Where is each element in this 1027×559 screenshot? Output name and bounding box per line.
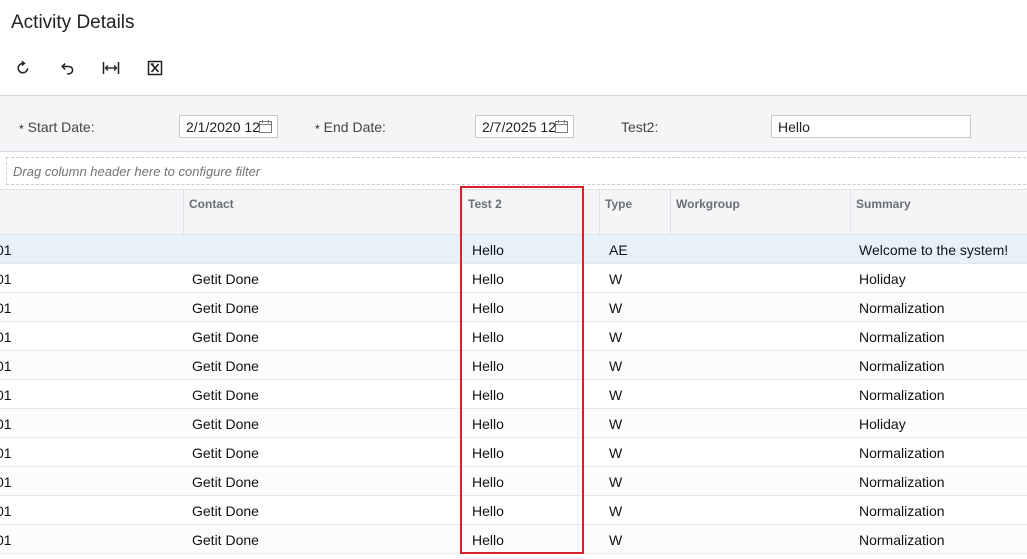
cell-type: W xyxy=(609,329,623,345)
start-date-field[interactable]: 2/1/2020 12 xyxy=(179,115,278,138)
grid-header: Contact Test 2 Type Workgroup Summary xyxy=(0,189,1027,235)
cell-test2: Hello xyxy=(472,358,504,374)
cell-summary: Normalization xyxy=(859,445,945,461)
cell-test2: Hello xyxy=(472,242,504,258)
cell-id: 01 xyxy=(0,474,12,490)
cell-summary: Normalization xyxy=(859,329,945,345)
cell-id: 01 xyxy=(0,242,12,258)
required-marker: * xyxy=(19,122,24,136)
cell-contact: Getit Done xyxy=(192,358,259,374)
cell-type: W xyxy=(609,416,623,432)
table-row[interactable]: 01 Getit Done Hello W Normalization xyxy=(0,438,1027,467)
cell-type: W xyxy=(609,300,623,316)
refresh-icon xyxy=(15,60,31,76)
column-header-id[interactable] xyxy=(0,190,183,234)
undo-icon xyxy=(59,60,75,76)
filter-panel: * Start Date: 2/1/2020 12 * End Date: 2/7/… xyxy=(0,95,1027,152)
start-date-label: * Start Date: xyxy=(19,119,95,136)
column-header-summary[interactable]: Summary xyxy=(850,190,1027,234)
calendar-icon[interactable] xyxy=(555,120,568,133)
cell-type: W xyxy=(609,503,623,519)
cell-type: W xyxy=(609,474,623,490)
cell-contact: Getit Done xyxy=(192,503,259,519)
cell-test2: Hello xyxy=(472,271,504,287)
grid-body: 01 Hello AE Welcome to the system! 01 Ge… xyxy=(0,235,1027,559)
cell-summary: Normalization xyxy=(859,532,945,548)
cell-summary: Welcome to the system! xyxy=(859,242,1009,258)
excel-export-icon xyxy=(147,60,163,76)
cell-contact: Getit Done xyxy=(192,329,259,345)
cell-summary: Normalization xyxy=(859,503,945,519)
cell-test2: Hello xyxy=(472,503,504,519)
cell-summary: Normalization xyxy=(859,300,945,316)
column-header-type[interactable]: Type xyxy=(599,190,670,234)
column-header-test2[interactable]: Test 2 xyxy=(462,190,599,234)
calendar-icon[interactable] xyxy=(259,120,272,133)
end-date-label: * End Date: xyxy=(315,119,386,136)
cell-summary: Holiday xyxy=(859,416,906,432)
table-row[interactable]: 01 Getit Done Hello W Normalization xyxy=(0,496,1027,525)
cell-contact: Getit Done xyxy=(192,445,259,461)
cell-summary: Normalization xyxy=(859,474,945,490)
cell-type: W xyxy=(609,358,623,374)
cell-type: W xyxy=(609,387,623,403)
cell-test2: Hello xyxy=(472,532,504,548)
cell-type: W xyxy=(609,445,623,461)
page-title: Activity Details xyxy=(11,12,135,33)
end-date-field[interactable]: 2/7/2025 12 xyxy=(475,115,574,138)
cell-id: 01 xyxy=(0,387,12,403)
group-by-drop-zone[interactable]: Drag column header here to configure fil… xyxy=(6,157,1027,185)
test2-field[interactable]: Hello xyxy=(771,115,971,138)
cell-type: W xyxy=(609,271,623,287)
table-row[interactable]: 01 Getit Done Hello W Normalization xyxy=(0,293,1027,322)
table-row[interactable]: 01 Getit Done Hello W Normalization xyxy=(0,525,1027,554)
table-row[interactable]: 01 Getit Done Hello W Normalization xyxy=(0,380,1027,409)
cell-id: 01 xyxy=(0,271,12,287)
cell-id: 01 xyxy=(0,358,12,374)
fit-columns-button[interactable] xyxy=(99,56,123,80)
test2-label: Test2: xyxy=(621,119,659,135)
cell-contact: Getit Done xyxy=(192,271,259,287)
activity-details-page: Activity Details * Start Date: 2/1/2020 … xyxy=(0,0,1027,559)
undo-button[interactable] xyxy=(55,56,79,80)
cell-type: W xyxy=(609,532,623,548)
cell-type: AE xyxy=(609,242,628,258)
cell-contact: Getit Done xyxy=(192,474,259,490)
column-header-contact[interactable]: Contact xyxy=(183,190,462,234)
cell-test2: Hello xyxy=(472,300,504,316)
cell-test2: Hello xyxy=(472,329,504,345)
table-row[interactable]: 01 Getit Done Hello W Holiday xyxy=(0,264,1027,293)
fit-width-icon xyxy=(102,60,120,76)
cell-test2: Hello xyxy=(472,474,504,490)
table-row[interactable]: 01 Getit Done Hello W Normalization xyxy=(0,322,1027,351)
cell-test2: Hello xyxy=(472,387,504,403)
cell-contact: Getit Done xyxy=(192,532,259,548)
table-row[interactable]: 01 Getit Done Hello W Normalization xyxy=(0,467,1027,496)
cell-test2: Hello xyxy=(472,416,504,432)
column-header-workgroup[interactable]: Workgroup xyxy=(670,190,850,234)
cell-id: 01 xyxy=(0,416,12,432)
cell-test2: Hello xyxy=(472,445,504,461)
cell-id: 01 xyxy=(0,329,12,345)
cell-id: 01 xyxy=(0,503,12,519)
refresh-button[interactable] xyxy=(11,56,35,80)
cell-id: 01 xyxy=(0,445,12,461)
cell-contact: Getit Done xyxy=(192,300,259,316)
cell-summary: Normalization xyxy=(859,358,945,374)
cell-contact: Getit Done xyxy=(192,387,259,403)
table-row[interactable]: 01 Getit Done Hello W Normalization xyxy=(0,351,1027,380)
group-bar-placeholder: Drag column header here to configure fil… xyxy=(13,164,261,179)
export-excel-button[interactable] xyxy=(143,56,167,80)
cell-id: 01 xyxy=(0,532,12,548)
table-row[interactable]: 01 Getit Done Hello W Holiday xyxy=(0,409,1027,438)
table-row[interactable]: 01 Hello AE Welcome to the system! xyxy=(0,235,1027,264)
cell-summary: Holiday xyxy=(859,271,906,287)
cell-id: 01 xyxy=(0,300,12,316)
cell-contact: Getit Done xyxy=(192,416,259,432)
cell-summary: Normalization xyxy=(859,387,945,403)
